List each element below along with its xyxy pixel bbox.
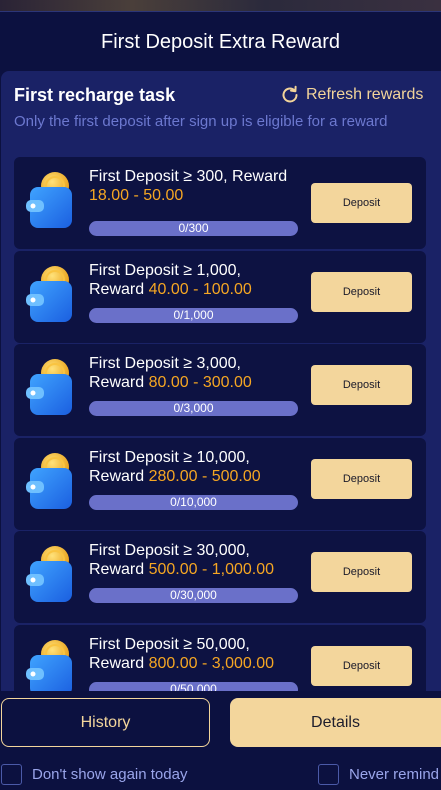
deposit-button[interactable]: Deposit xyxy=(311,271,412,312)
dont-show-today-checkbox[interactable] xyxy=(1,763,22,785)
task-description: First Deposit ≥ 50,000, Reward 800.00 - … xyxy=(89,635,304,673)
deposit-progress-bar: 0/30,000 xyxy=(89,588,298,604)
reward-prefix: Reward xyxy=(89,374,149,392)
task-requirement: First Deposit ≥ 10,000, xyxy=(89,448,250,466)
refresh-rewards-label: Refresh rewards xyxy=(306,86,424,103)
reward-prefix: Reward xyxy=(89,467,149,485)
task-description: First Deposit ≥ 1,000, Reward 40.00 - 10… xyxy=(89,261,304,299)
reward-range: 500.00 - 1,000.00 xyxy=(148,561,275,579)
task-requirement: First Deposit ≥ 3,000, xyxy=(89,355,241,373)
reward-range: 40.00 - 100.00 xyxy=(148,280,252,298)
deposit-task-card: First Deposit ≥ 3,000, Reward 80.00 - 30… xyxy=(14,344,426,437)
modal-title: First Deposit Extra Reward xyxy=(101,31,340,53)
eligibility-note: Only the first deposit after sign up is … xyxy=(14,113,388,130)
refresh-rewards-button[interactable]: Refresh rewards xyxy=(280,84,423,106)
reward-range: 280.00 - 500.00 xyxy=(148,467,261,485)
deposit-button[interactable]: Deposit xyxy=(311,552,412,593)
never-remind-checkbox[interactable] xyxy=(318,763,339,785)
task-requirement: First Deposit ≥ 50,000, xyxy=(89,635,250,653)
task-requirement: First Deposit ≥ 1,000, xyxy=(89,261,241,279)
task-reward-line: 18.00 - 50.00 xyxy=(89,186,304,205)
wallet-icon xyxy=(24,170,78,230)
task-requirement: First Deposit ≥ 30,000, xyxy=(89,542,250,560)
deposit-button[interactable]: Deposit xyxy=(311,365,412,406)
task-reward-line: Reward 280.00 - 500.00 xyxy=(89,467,304,486)
reward-prefix: Reward xyxy=(89,654,149,672)
refresh-icon xyxy=(280,85,300,105)
task-requirement: First Deposit ≥ 300, Reward xyxy=(89,168,288,185)
deposit-button[interactable]: Deposit xyxy=(311,645,412,686)
task-reward-line: Reward 40.00 - 100.00 xyxy=(89,280,304,299)
wallet-icon xyxy=(24,544,78,604)
reward-prefix: Reward xyxy=(89,561,149,579)
dont-show-today-option[interactable]: Don't show again today xyxy=(1,763,187,785)
task-description: First Deposit ≥ 3,000, Reward 80.00 - 30… xyxy=(89,354,304,392)
deposit-task-card: First Deposit ≥ 30,000, Reward 500.00 - … xyxy=(14,531,426,624)
deposit-task-card: First Deposit ≥ 1,000, Reward 40.00 - 10… xyxy=(14,250,426,343)
deposit-button[interactable]: Deposit xyxy=(311,183,412,223)
task-list: First Deposit ≥ 300, Reward 18.00 - 50.0… xyxy=(14,157,426,691)
deposit-task-card: First Deposit ≥ 300, Reward 18.00 - 50.0… xyxy=(14,157,426,249)
never-remind-label: Never remind xyxy=(349,765,440,783)
reward-prefix: Reward xyxy=(89,280,149,298)
dont-show-today-label: Don't show again today xyxy=(32,765,188,783)
wallet-icon xyxy=(24,451,78,511)
task-reward-line: Reward 800.00 - 3,000.00 xyxy=(89,654,304,673)
deposit-progress-bar: 0/50,000 xyxy=(89,681,298,691)
wallet-icon xyxy=(24,638,78,691)
deposit-progress-bar: 0/3,000 xyxy=(89,401,298,417)
page: First Deposit Extra Reward First recharg… xyxy=(0,0,441,790)
reward-modal: First Deposit Extra Reward First recharg… xyxy=(0,11,441,790)
deposit-progress-bar: 0/1,000 xyxy=(89,307,298,323)
deposit-progress-bar: 0/300 xyxy=(89,221,298,236)
task-reward-line: Reward 500.00 - 1,000.00 xyxy=(89,560,304,579)
deposit-progress-bar: 0/10,000 xyxy=(89,494,298,510)
task-description: First Deposit ≥ 30,000, Reward 500.00 - … xyxy=(89,541,304,579)
task-description: First Deposit ≥ 300, Reward 18.00 - 50.0… xyxy=(89,167,304,205)
task-description: First Deposit ≥ 10,000, Reward 280.00 - … xyxy=(89,448,304,486)
section-title: First recharge task xyxy=(14,85,176,105)
wallet-icon xyxy=(24,264,78,324)
wallet-icon xyxy=(24,357,78,417)
reward-range: 80.00 - 300.00 xyxy=(148,374,252,392)
never-remind-option[interactable]: Never remind xyxy=(318,763,439,785)
reward-range: 800.00 - 3,000.00 xyxy=(148,654,275,672)
reward-range: 18.00 - 50.00 xyxy=(89,187,184,204)
task-reward-line: Reward 80.00 - 300.00 xyxy=(89,373,304,392)
deposit-button[interactable]: Deposit xyxy=(311,458,412,499)
history-button[interactable]: History xyxy=(1,698,210,747)
task-panel: First recharge task Refresh rewards Only… xyxy=(1,71,441,691)
details-button[interactable]: Details xyxy=(230,698,441,747)
deposit-task-card: First Deposit ≥ 10,000, Reward 280.00 - … xyxy=(14,437,426,530)
deposit-task-card: First Deposit ≥ 50,000, Reward 800.00 - … xyxy=(14,624,426,691)
